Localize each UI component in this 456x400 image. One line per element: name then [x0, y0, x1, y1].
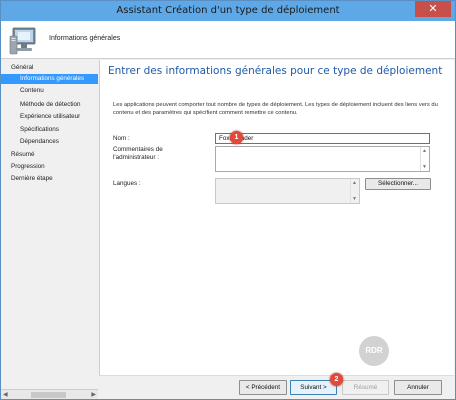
- scroll-up-icon[interactable]: ▲: [422, 148, 427, 154]
- wizard-nav: Général Informations générales Contenu M…: [1, 60, 98, 373]
- wizard-window: Assistant Création d'un type de déploiem…: [0, 0, 456, 400]
- scroll-left-icon[interactable]: ◀: [3, 391, 8, 398]
- comments-scrollbar[interactable]: ▲ ▼: [420, 147, 429, 171]
- nav-item-content[interactable]: Contenu: [1, 86, 98, 96]
- window-title: Assistant Création d'un type de déploiem…: [116, 5, 340, 16]
- nav-item-dependencies[interactable]: Dépendances: [1, 137, 98, 147]
- title-bar[interactable]: Assistant Création d'un type de déploiem…: [1, 1, 455, 21]
- name-label: Nom :: [113, 135, 130, 142]
- scroll-thumb[interactable]: [31, 392, 66, 398]
- select-languages-button[interactable]: Sélectionner...: [365, 178, 431, 190]
- wizard-footer: < Précédent Suivant > Résumé Annuler: [99, 375, 454, 399]
- close-button[interactable]: ✕: [415, 1, 451, 17]
- nav-item-general[interactable]: Général: [1, 63, 98, 73]
- scroll-up-icon[interactable]: ▲: [352, 180, 357, 186]
- watermark-logo: RDR: [359, 336, 389, 366]
- wizard-content: Entrer des informations générales pour c…: [99, 60, 454, 375]
- nav-item-requirements[interactable]: Spécifications: [1, 125, 98, 135]
- computer-monitor-icon: [9, 27, 36, 55]
- annotation-marker-2: 2: [330, 373, 343, 386]
- nav-item-progress[interactable]: Progression: [1, 162, 98, 172]
- page-description: Les applications peuvent comporter tout …: [113, 102, 438, 116]
- nav-item-completion[interactable]: Dernière étape: [1, 174, 98, 184]
- wizard-header: Informations générales: [1, 21, 455, 59]
- scroll-right-icon[interactable]: ▶: [91, 391, 96, 398]
- nav-item-summary[interactable]: Résumé: [1, 150, 98, 160]
- comments-field[interactable]: ▲ ▼: [215, 146, 430, 172]
- name-field[interactable]: FoxitReader: [215, 133, 430, 144]
- comments-label: Commentaires de l'administrateur :: [113, 146, 163, 161]
- nav-item-general-information[interactable]: Informations générales: [1, 74, 98, 84]
- languages-scrollbar[interactable]: ▲ ▼: [350, 179, 359, 203]
- cancel-button[interactable]: Annuler: [394, 380, 442, 395]
- page-title: Entrer des informations générales pour c…: [108, 65, 443, 77]
- languages-list[interactable]: ▲ ▼: [215, 178, 360, 204]
- scroll-down-icon[interactable]: ▼: [422, 164, 427, 170]
- summary-button: Résumé: [342, 380, 389, 395]
- nav-horizontal-scrollbar[interactable]: ◀ ▶: [1, 389, 98, 399]
- previous-button[interactable]: < Précédent: [239, 380, 287, 395]
- annotation-marker-1: 1: [230, 131, 243, 144]
- languages-label: Langues :: [113, 180, 141, 187]
- header-title: Informations générales: [49, 35, 121, 42]
- nav-item-user-experience[interactable]: Expérience utilisateur: [1, 112, 98, 122]
- scroll-down-icon[interactable]: ▼: [352, 196, 357, 202]
- nav-item-detection-method[interactable]: Méthode de détection: [1, 100, 98, 110]
